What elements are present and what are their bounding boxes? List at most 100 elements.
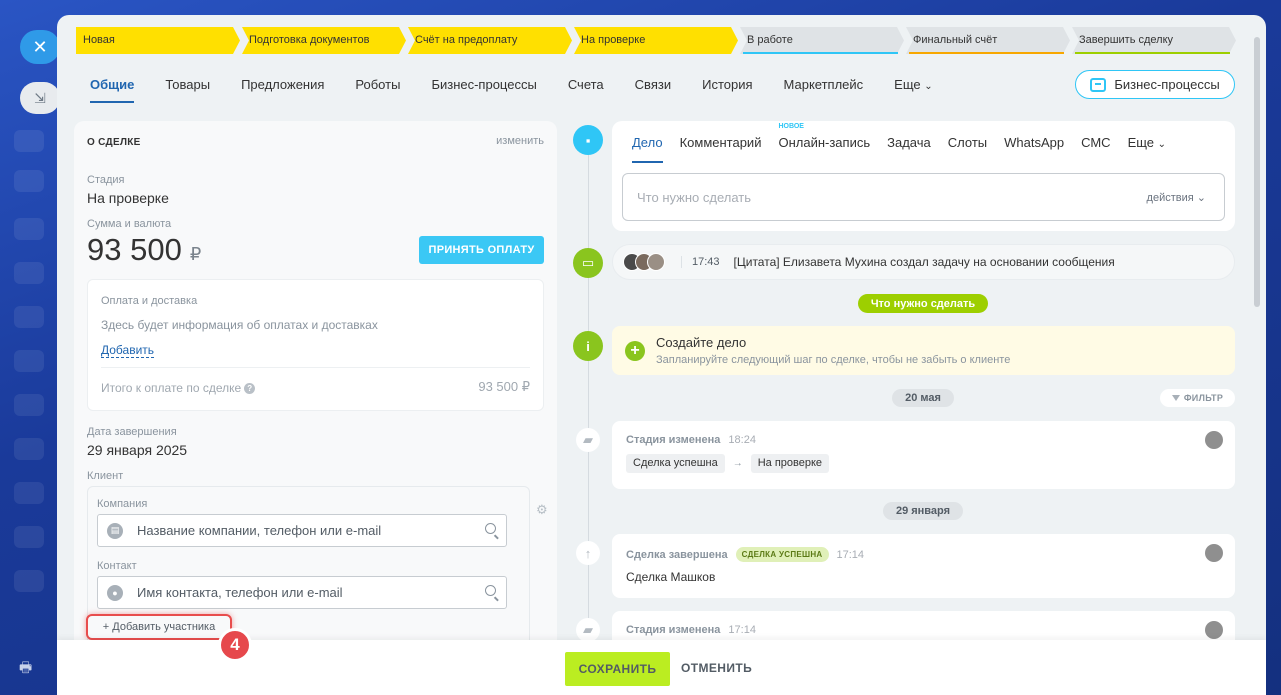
tab-offers[interactable]: Предложения [241, 71, 324, 99]
rail-ghost-item [14, 306, 44, 328]
total-label-text: Итого к оплате по сделке [101, 381, 242, 395]
person-icon: ● [107, 584, 123, 601]
contact-label: Контакт [97, 560, 137, 572]
timeline-line [588, 140, 589, 695]
booking-label: Онлайн-запись [778, 135, 871, 150]
company-label: Компания [97, 498, 148, 510]
filter-label: ФИЛЬТР [1183, 393, 1224, 403]
activity-tab-slots[interactable]: Слоты [948, 135, 987, 155]
tab-marketplace[interactable]: Маркетплейс [784, 71, 864, 99]
rail-ghost-item [14, 438, 44, 460]
end-date-value[interactable]: 29 января 2025 [87, 442, 187, 458]
close-slider-button[interactable]: ✕ [20, 30, 60, 64]
chat-node-icon: ▪ [573, 125, 603, 155]
total-label: Итого к оплате по сделке? [101, 381, 256, 395]
create-task-card[interactable]: + Создайте дело Запланируйте следующий ш… [612, 326, 1235, 375]
company-icon: ▤ [107, 522, 123, 539]
actions-dropdown[interactable]: действия ⌄ [1147, 191, 1206, 204]
activity-tab-comment[interactable]: Комментарий [680, 135, 762, 155]
rail-ghost-item [14, 130, 44, 152]
tab-history[interactable]: История [702, 71, 752, 99]
filter-button[interactable]: ФИЛЬТР [1160, 389, 1235, 407]
tab-robots[interactable]: Роботы [355, 71, 400, 99]
gear-icon[interactable]: ⚙ [536, 502, 548, 518]
rail-ghost-item [14, 570, 44, 592]
stage-new[interactable]: Новая [76, 27, 240, 54]
filter-icon [1171, 395, 1180, 401]
company-search-input[interactable]: ▤ Название компании, телефон или e-mail [97, 514, 507, 547]
activity-placeholder: Что нужно сделать [637, 189, 751, 205]
payment-info: Здесь будет информация об оплатах и дост… [101, 318, 378, 332]
total-value: 93 500 ₽ [478, 379, 530, 394]
activity-input[interactable]: Что нужно сделать действия ⌄ [622, 173, 1225, 221]
cancel-button[interactable]: ОТМЕНИТЬ [681, 661, 752, 675]
tab-invoices[interactable]: Счета [568, 71, 604, 99]
save-button[interactable]: СОХРАНИТЬ [565, 652, 670, 686]
avatar [647, 253, 665, 271]
history-title-text: Стадия изменена [626, 434, 721, 446]
activity-tab-more[interactable]: Еще ⌄ [1128, 135, 1166, 155]
edit-link[interactable]: изменить [496, 135, 544, 147]
tab-more[interactable]: Еще ⌄ [894, 71, 932, 99]
history-title: Стадия изменена 18:24 [626, 434, 756, 446]
rail-ghost-item [14, 350, 44, 372]
amount-number: 93 500 [87, 232, 182, 267]
payment-delivery-box: Оплата и доставка Здесь будет информация… [87, 279, 544, 411]
comment-item[interactable]: 17:43 [Цитата] Елизавета Мухина создал з… [612, 244, 1235, 280]
info-node-icon: i [573, 331, 603, 361]
history-body[interactable]: Сделка Машков [626, 570, 715, 584]
business-processes-label: Бизнес-процессы [1114, 77, 1220, 92]
add-participant-button[interactable]: + Добавить участника [86, 614, 232, 640]
history-title-text: Сделка завершена [626, 548, 728, 561]
activity-tab-sms[interactable]: СМС [1081, 135, 1110, 155]
contact-search-input[interactable]: ● Имя контакта, телефон или e-mail [97, 576, 507, 609]
accept-payment-button[interactable]: ПРИНЯТЬ ОПЛАТУ [419, 236, 544, 264]
stage-review[interactable]: На проверке [574, 27, 738, 54]
tab-general[interactable]: Общие [90, 71, 135, 103]
stage-final-invoice[interactable]: Финальный счёт [906, 27, 1070, 54]
business-processes-button[interactable]: Бизнес-процессы [1075, 70, 1235, 99]
activity-tab-task[interactable]: Дело [632, 135, 663, 163]
date-separator: 29 января [883, 502, 963, 520]
tab-products[interactable]: Товары [165, 71, 210, 99]
history-time: 18:24 [728, 434, 756, 446]
stage-to-chip: На проверке [750, 454, 830, 473]
print-icon[interactable]: 🖶 [19, 657, 37, 675]
activity-tab-whatsapp[interactable]: WhatsApp [1004, 135, 1064, 155]
comment-text: [Цитата] Елизавета Мухина создал задачу … [733, 255, 1115, 269]
company-placeholder: Название компании, телефон или e-mail [137, 523, 382, 538]
todo-section-pill: Что нужно сделать [858, 294, 988, 313]
chevron-down-icon: ⌄ [924, 81, 933, 92]
rail-ghost-item [14, 262, 44, 284]
stage-prepayment[interactable]: Счёт на предоплату [408, 27, 572, 54]
stage-close-deal[interactable]: Завершить сделку [1072, 27, 1236, 54]
todo-subtitle: Запланируйте следующий шаг по сделке, чт… [656, 354, 1011, 366]
amount-label: Сумма и валюта [87, 218, 172, 230]
left-rail: ✕ ⇲ 🖶 [0, 0, 60, 695]
actions-label: действия [1146, 192, 1194, 204]
avatars [623, 253, 665, 271]
activity-more-label: Еще [1127, 135, 1155, 150]
scrollbar[interactable] [1254, 37, 1260, 307]
card-title: О СДЕЛКЕ [87, 137, 141, 148]
activity-editor: Дело Комментарий НОВОЕ Онлайн-запись Зада… [612, 121, 1235, 231]
stage-in-work[interactable]: В работе [740, 27, 904, 54]
amount-value[interactable]: 93 500 ₽ [87, 232, 201, 268]
tab-business-processes[interactable]: Бизнес-процессы [431, 71, 536, 99]
avatar [1205, 621, 1223, 639]
add-payment-link[interactable]: Добавить [101, 343, 155, 358]
stage-value[interactable]: На проверке [87, 190, 169, 206]
help-icon[interactable]: ? [244, 382, 256, 394]
rail-ghost-item [14, 482, 44, 504]
rail-ghost-item [14, 394, 44, 416]
arrow-right-icon: → [732, 458, 743, 469]
activity-tabs: Дело Комментарий НОВОЕ Онлайн-запись Зада… [632, 123, 1183, 163]
business-process-icon [1090, 77, 1107, 92]
activity-tab-todo[interactable]: Задача [887, 135, 931, 155]
search-icon [485, 523, 496, 534]
tab-links[interactable]: Связи [635, 71, 671, 99]
plus-icon[interactable]: + [625, 341, 645, 361]
activity-tab-booking[interactable]: НОВОЕ Онлайн-запись [778, 123, 871, 155]
minimize-slider-button[interactable]: ⇲ [20, 82, 60, 114]
stage-docs[interactable]: Подготовка документов [242, 27, 406, 54]
